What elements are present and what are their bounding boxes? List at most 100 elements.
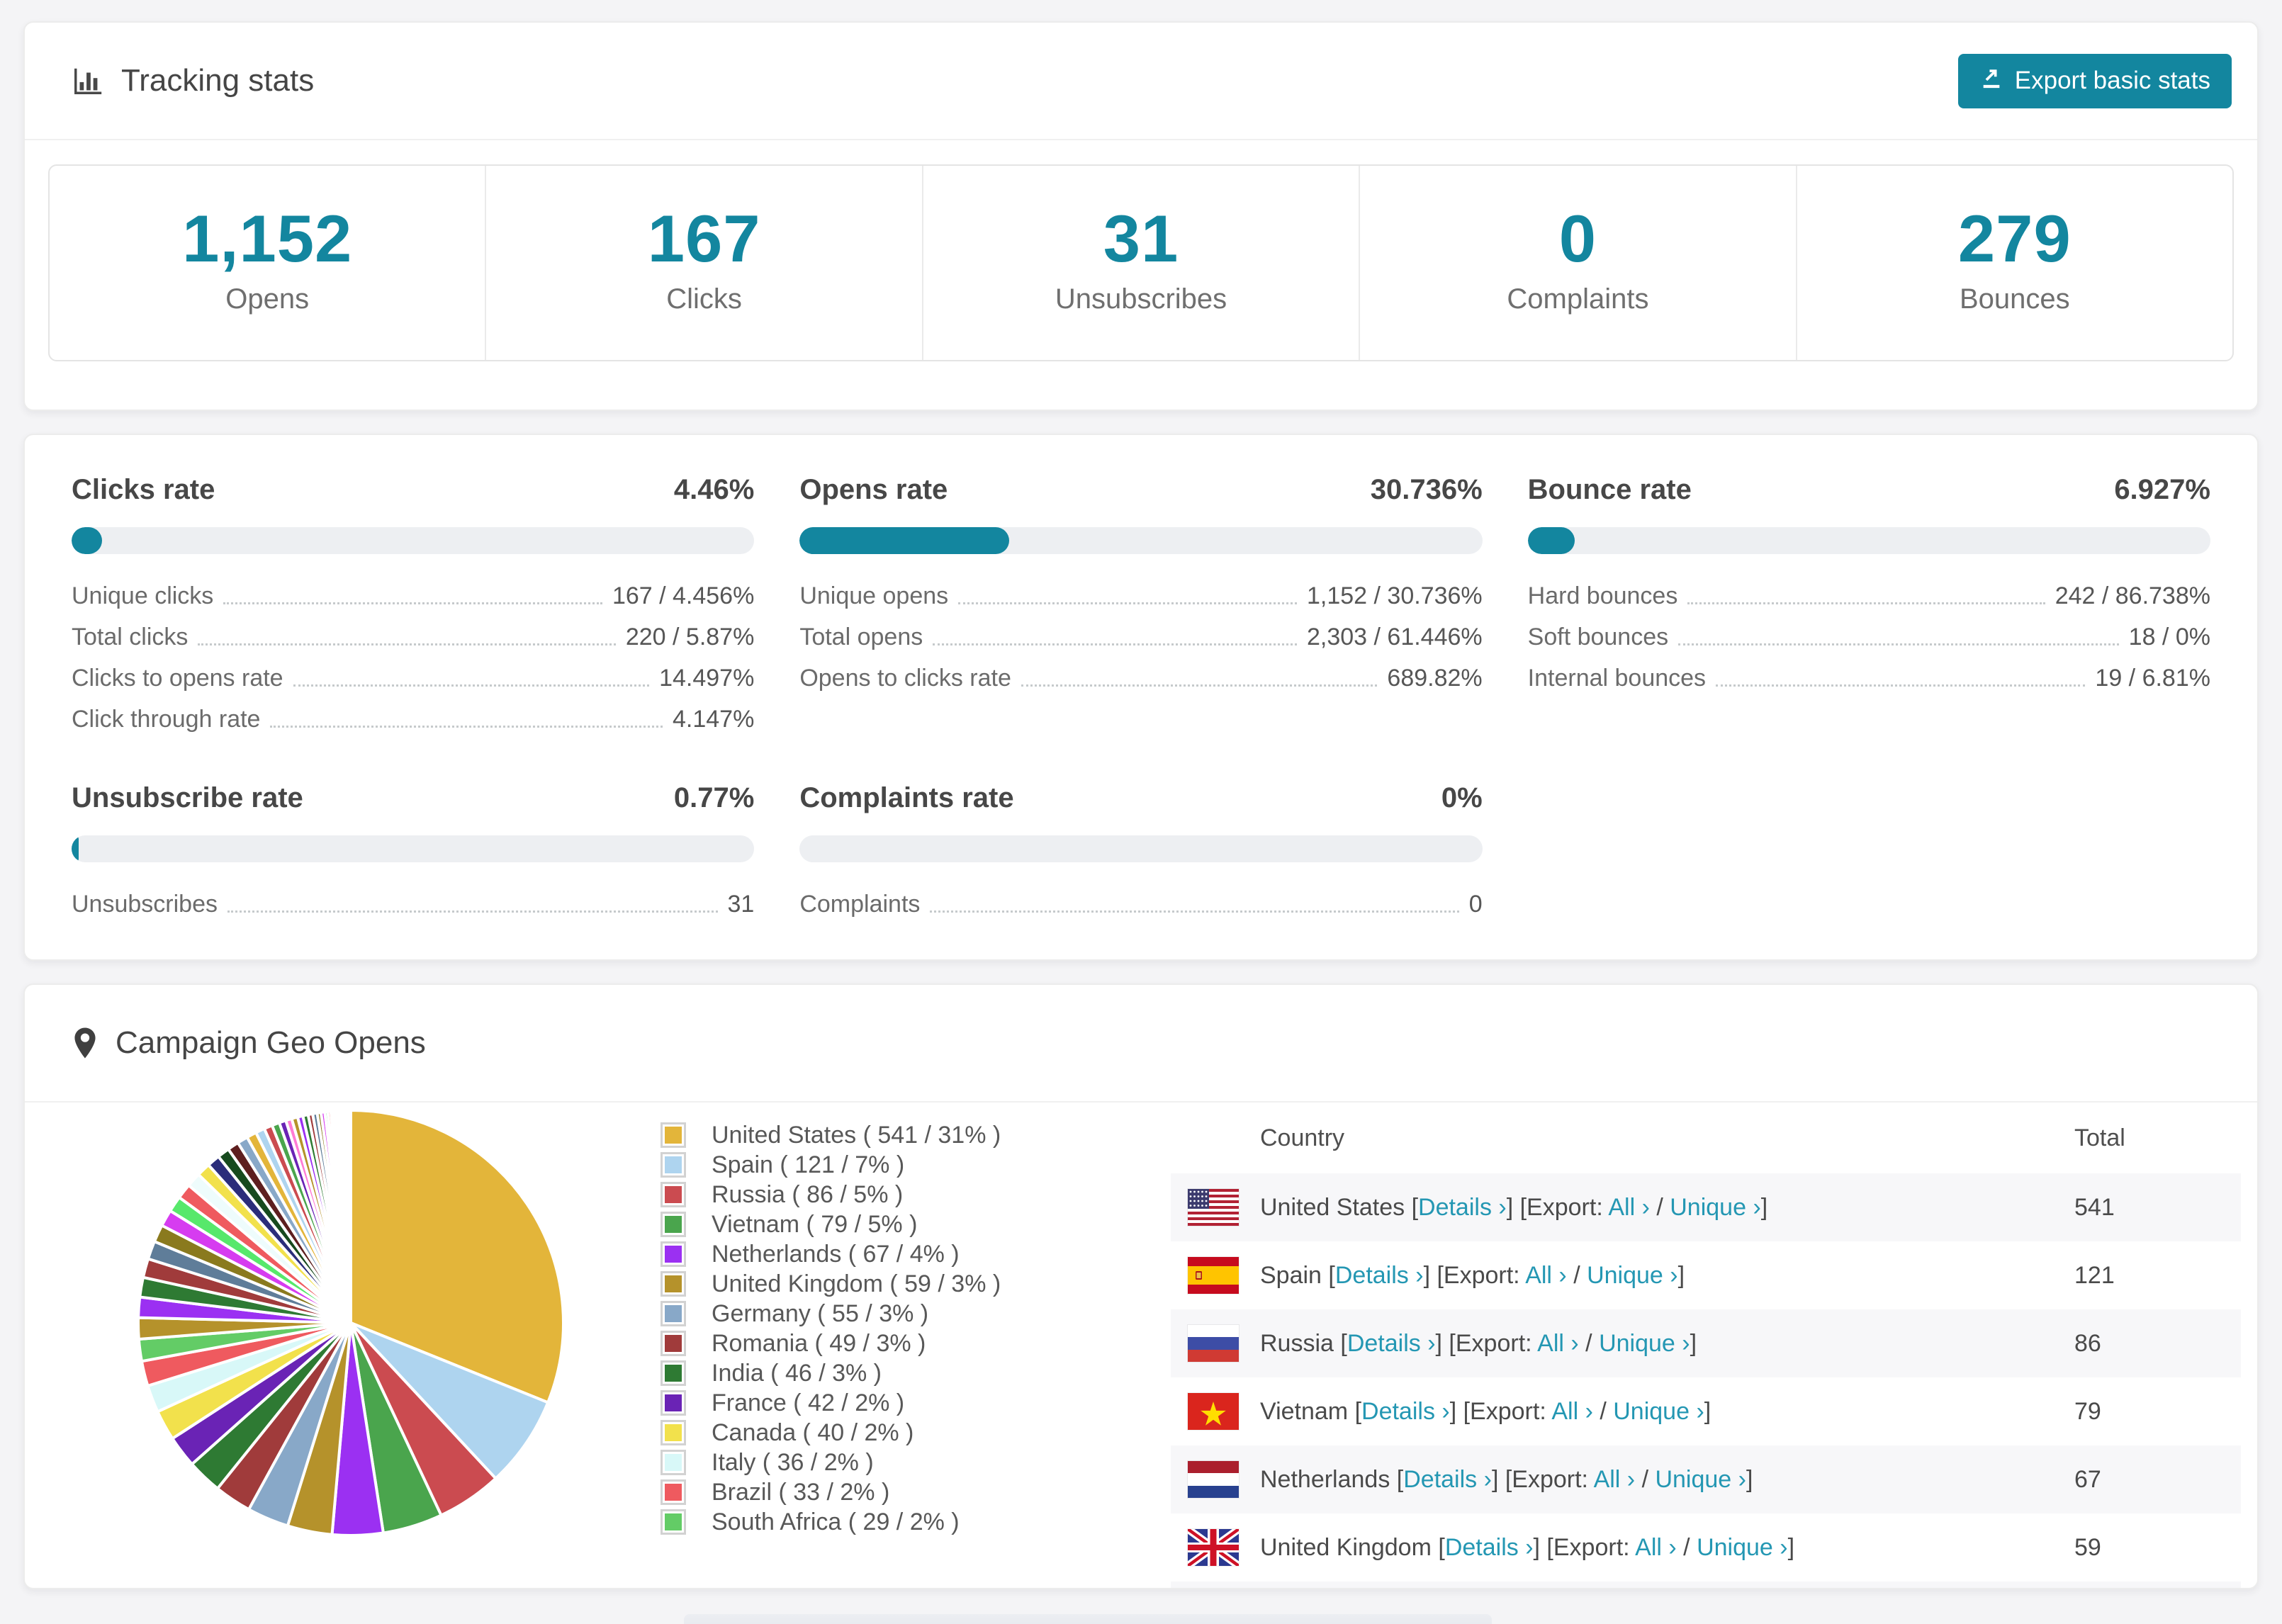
bracket: ] [Export: (1423, 1261, 1526, 1289)
country-name: Vietnam (1260, 1397, 1355, 1425)
export-unique-link[interactable]: Unique › (1613, 1398, 1704, 1425)
rate-value: 0.77% (673, 782, 755, 813)
bounces-label: Bounces (1959, 283, 2070, 315)
details-link[interactable]: Details › (1335, 1262, 1424, 1289)
rate-row-label: Hard bounces (1527, 582, 1678, 610)
legend-label: Spain ( 121 / 7% ) (712, 1151, 905, 1178)
table-row-es: Spain [Details ›] [Export: All › / Uniqu… (1171, 1241, 2241, 1309)
legend-label: Canada ( 40 / 2% ) (712, 1419, 914, 1446)
dotted-leader (227, 910, 718, 913)
bracket: ] (1704, 1397, 1712, 1425)
rate-progress-fill (72, 835, 79, 862)
table-row-de: Germany [Details ›] [Export: All › / Uni… (1171, 1581, 2241, 1588)
details-link[interactable]: Details › (1403, 1466, 1492, 1493)
details-link[interactable]: Details › (1361, 1398, 1450, 1425)
table-row-ru: Russia [Details ›] [Export: All › / Uniq… (1171, 1309, 2241, 1377)
rate-progress-bar (799, 527, 1483, 554)
bracket: ] [Export: (1491, 1465, 1594, 1493)
legend-item-romania: Romania ( 49 / 3% ) (661, 1330, 1001, 1357)
bracket: ] (1760, 1193, 1768, 1221)
legend-label: Vietnam ( 79 / 5% ) (712, 1210, 918, 1238)
country-cell: United Kingdom [Details ›] [Export: All … (1260, 1534, 1794, 1562)
tracking-stats-title-group: Tracking stats (72, 63, 314, 98)
table-row-main: United Kingdom [Details ›] [Export: All … (1171, 1529, 2074, 1566)
export-unique-link[interactable]: Unique › (1670, 1194, 1761, 1221)
export-all-link[interactable]: All › (1537, 1330, 1579, 1357)
legend-swatch (661, 1509, 686, 1535)
bar-chart-icon (72, 64, 104, 97)
export-unique-link[interactable]: Unique › (1587, 1262, 1678, 1289)
opens-label: Opens (225, 283, 310, 315)
legend-swatch-color (665, 1305, 682, 1322)
details-link[interactable]: Details › (1445, 1534, 1534, 1561)
legend-swatch (661, 1331, 686, 1356)
legend-item-germany: Germany ( 55 / 3% ) (661, 1300, 1001, 1327)
country-cell: Netherlands [Details ›] [Export: All › /… (1260, 1466, 1753, 1494)
rate-row-value: 18 / 0% (2128, 624, 2210, 651)
rate-row-value: 689.82% (1387, 665, 1483, 692)
country-column-header: Country (1260, 1124, 1345, 1151)
rate-row-value: 2,303 / 61.446% (1307, 624, 1483, 651)
rate-rows: Hard bounces 242 / 86.738% Soft bounces 18 … (1528, 574, 2210, 697)
legend-item-united-kingdom: United Kingdom ( 59 / 3% ) (661, 1270, 1001, 1297)
legend-item-brazil: Brazil ( 33 / 2% ) (661, 1479, 1001, 1506)
unsubscribes-label: Unsubscribes (1055, 283, 1227, 315)
bracket: ] (1690, 1329, 1697, 1357)
flag-us-icon (1188, 1189, 1239, 1226)
rate-title: Complaints rate (799, 782, 1014, 813)
rate-row: Click through rate 4.147% (72, 697, 754, 738)
legend-swatch (661, 1271, 686, 1297)
export-unique-link[interactable]: Unique › (1697, 1534, 1788, 1561)
legend-swatch (661, 1420, 686, 1445)
legend-label: Russia ( 86 / 5% ) (712, 1180, 904, 1208)
geo-table: Country Total United States [Details ›] … (1171, 1103, 2241, 1588)
page-title: Tracking stats (121, 63, 315, 98)
export-unique-link[interactable]: Unique › (1599, 1330, 1690, 1357)
export-all-link[interactable]: All › (1551, 1398, 1593, 1425)
legend-item-south-africa: South Africa ( 29 / 2% ) (661, 1509, 1001, 1535)
legend-label: United Kingdom ( 59 / 3% ) (712, 1270, 1001, 1297)
export-all-link[interactable]: All › (1608, 1194, 1650, 1221)
rate-row: Unsubscribes 31 (72, 882, 754, 923)
details-link[interactable]: Details › (1347, 1330, 1436, 1357)
legend-label: France ( 42 / 2% ) (712, 1389, 905, 1416)
dotted-leader (1678, 643, 2119, 645)
legend-swatch (661, 1122, 686, 1148)
rate-progress-bar (799, 835, 1483, 862)
export-unique-link[interactable]: Unique › (1655, 1466, 1746, 1493)
rate-row: Clicks to opens rate 14.497% (72, 656, 754, 697)
rate-row-value: 14.497% (659, 665, 755, 692)
details-link[interactable]: Details › (1418, 1194, 1507, 1221)
rate-title: Bounce rate (1527, 474, 1692, 505)
rate-row: Total opens 2,303 / 61.446% (799, 615, 1482, 656)
rate-panel-head: Clicks rate 4.46% (72, 474, 754, 506)
rate-row-label: Unique opens (799, 582, 949, 610)
table-row-main: Netherlands [Details ›] [Export: All › /… (1171, 1461, 2074, 1498)
legend-swatch-color (665, 1246, 682, 1263)
legend-swatch-color (665, 1186, 682, 1203)
table-row-main: Russia [Details ›] [Export: All › / Uniq… (1171, 1325, 2074, 1362)
legend-swatch-color (665, 1335, 682, 1352)
export-all-link[interactable]: All › (1635, 1534, 1677, 1561)
legend-swatch (661, 1212, 686, 1237)
legend-swatch (661, 1450, 686, 1475)
rate-row: Opens to clicks rate 689.82% (799, 656, 1482, 697)
export-all-link[interactable]: All › (1594, 1466, 1636, 1493)
total-column-header: Total (2074, 1124, 2125, 1151)
rates-card: Clicks rate 4.46% Unique clicks 167 / 4.456… (23, 434, 2259, 961)
geo-opens-pie-chart[interactable] (124, 1103, 578, 1550)
flag-nl-icon (1188, 1461, 1239, 1498)
rate-progress-fill (1527, 527, 1575, 554)
export-all-link[interactable]: All › (1525, 1262, 1567, 1289)
pie-slice[interactable] (348, 1108, 352, 1324)
rate-row-value: 31 (727, 891, 755, 918)
map-pin-icon (72, 1027, 99, 1059)
country-name: Russia (1260, 1329, 1341, 1357)
rate-progress-fill (799, 527, 1010, 554)
export-basic-stats-button[interactable]: Export basic stats (1957, 53, 2232, 108)
rate-rows: Complaints 0 (799, 882, 1482, 923)
geo-content: United States ( 541 / 31% ) Spain ( 121 /… (25, 1103, 2257, 1588)
total-cell: 541 (2074, 1193, 2115, 1221)
rate-value: 0% (1441, 782, 1483, 813)
legend-swatch (661, 1479, 686, 1505)
